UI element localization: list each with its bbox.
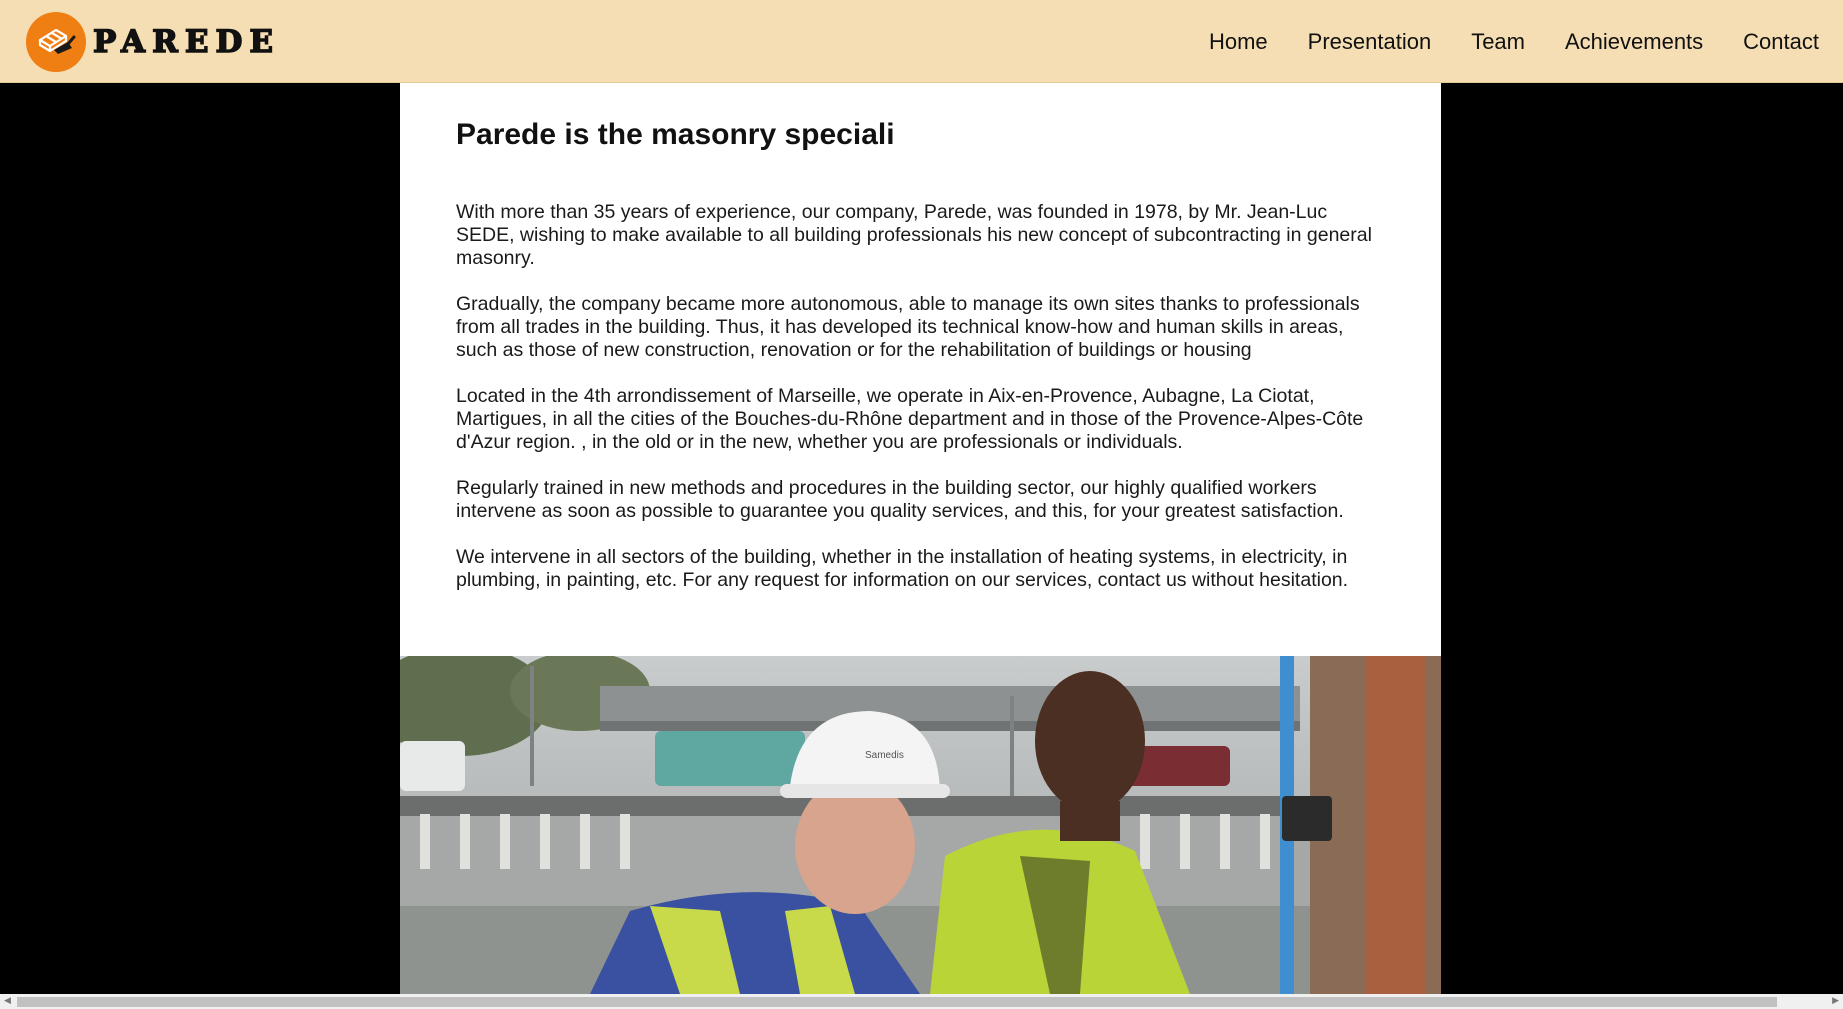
brand-logo[interactable]: PAREDE [26, 12, 280, 72]
main-nav: Home Presentation Team Achievements Cont… [1209, 0, 1819, 83]
page-title: Parede is the masonry speciali [456, 118, 895, 151]
paragraph-services: We intervene in all sectors of the build… [456, 546, 1349, 591]
scrollbar-thumb[interactable] [17, 997, 1777, 1007]
brick-trowel-icon [26, 12, 86, 72]
paragraph-growth: Gradually, the company became more auton… [456, 293, 1360, 361]
top-navbar: PAREDE Home Presentation Team Achievemen… [0, 0, 1843, 83]
intro-paragraphs: With more than 35 years of experience, o… [456, 201, 1385, 592]
chevron-right-icon[interactable]: ▶ [1832, 996, 1839, 1006]
nav-achievements[interactable]: Achievements [1565, 29, 1703, 55]
chevron-left-icon[interactable]: ◀ [4, 996, 11, 1006]
two-construction-workers-photo: Samedis [400, 656, 1441, 994]
intro-section: Parede is the masonry speciali With more… [400, 83, 1441, 656]
brand-name: PAREDE [92, 23, 281, 61]
nav-contact[interactable]: Contact [1743, 29, 1819, 55]
helmet-brand-text: Samedis [865, 750, 904, 761]
horizontal-scrollbar[interactable]: ◀ ▶ [0, 994, 1843, 1009]
paragraph-training: Regularly trained in new methods and pro… [456, 477, 1344, 522]
nav-home[interactable]: Home [1209, 29, 1268, 55]
paragraph-location: Located in the 4th arrondissement of Mar… [456, 385, 1364, 453]
nav-presentation[interactable]: Presentation [1308, 29, 1432, 55]
nav-team[interactable]: Team [1471, 29, 1525, 55]
paragraph-history: With more than 35 years of experience, o… [456, 201, 1372, 269]
